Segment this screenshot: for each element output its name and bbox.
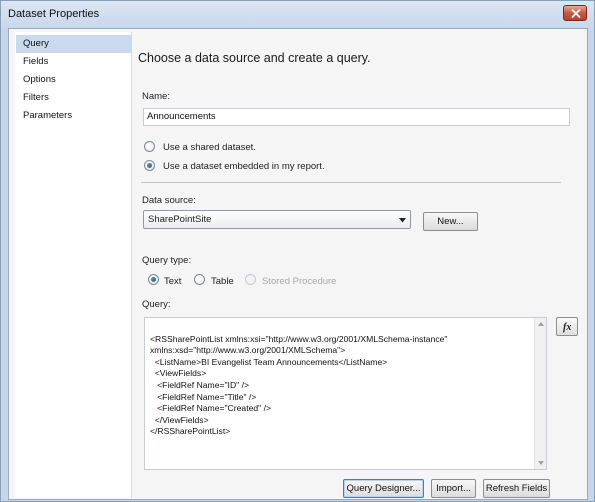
import-button[interactable]: Import...	[431, 479, 476, 498]
dialog-client-area: Query Fields Options Filters Parameters …	[8, 28, 588, 500]
nav-item-filters[interactable]: Filters	[16, 89, 132, 107]
refresh-fields-button[interactable]: Refresh Fields	[483, 479, 550, 498]
name-label: Name:	[142, 91, 170, 102]
title-bar[interactable]: Dataset Properties	[1, 1, 594, 27]
query-label: Query:	[142, 299, 171, 310]
query-textarea[interactable]: <RSSharePointList xmlns:xsi="http://www.…	[144, 317, 547, 470]
window-title: Dataset Properties	[8, 8, 100, 20]
fx-icon-text: fx	[563, 322, 571, 333]
datasource-dropdown[interactable]: SharePointSite	[143, 210, 411, 229]
datasource-label: Data source:	[142, 195, 196, 206]
query-line: <RSSharePointList xmlns:xsi="http://www.…	[150, 333, 448, 344]
radio-query-type-table[interactable]	[194, 274, 205, 285]
new-datasource-button[interactable]: New...	[423, 212, 478, 231]
query-line: <FieldRef Name="ID" />	[150, 379, 250, 390]
query-line: </RSSharePointList>	[150, 426, 231, 437]
close-button[interactable]	[563, 5, 587, 21]
query-line: xmlns:xsd="http://www.w3.org/2001/XMLSch…	[150, 345, 346, 356]
scroll-down-icon[interactable]	[538, 461, 544, 465]
close-icon	[571, 9, 581, 18]
nav-item-parameters[interactable]: Parameters	[16, 107, 132, 125]
query-line: <ViewFields>	[150, 368, 207, 379]
radio-query-type-text[interactable]	[148, 274, 159, 285]
dataset-properties-window: Dataset Properties Query Fields Options …	[0, 0, 595, 502]
radio-shared-dataset-label[interactable]: Use a shared dataset.	[163, 142, 256, 153]
section-divider	[141, 182, 561, 183]
scroll-up-icon[interactable]	[538, 322, 544, 326]
query-line: <FieldRef Name="Title" />	[150, 391, 257, 402]
chevron-down-icon	[399, 218, 406, 223]
nav-item-options[interactable]: Options	[16, 71, 132, 89]
query-line: <ListName>BI Evangelist Team Announcemen…	[150, 356, 388, 367]
fx-icon: fx	[563, 322, 571, 333]
query-line: </ViewFields>	[150, 414, 209, 425]
name-field[interactable]: Announcements	[143, 108, 570, 126]
radio-shared-dataset[interactable]	[144, 141, 155, 152]
radio-query-type-stored-procedure	[245, 274, 256, 285]
radio-embedded-dataset-label[interactable]: Use a dataset embedded in my report.	[163, 161, 325, 172]
page-heading: Choose a data source and create a query.	[138, 51, 371, 65]
left-nav: Query Fields Options Filters Parameters	[15, 32, 132, 498]
main-panel: Choose a data source and create a query.…	[133, 29, 587, 499]
datasource-value: SharePointSite	[148, 214, 212, 225]
radio-query-type-text-label[interactable]: Text	[164, 276, 181, 287]
expression-button[interactable]: fx	[556, 317, 578, 336]
query-line: <FieldRef Name="Created" />	[150, 403, 271, 414]
nav-item-fields[interactable]: Fields	[16, 53, 132, 71]
query-scrollbar[interactable]	[534, 318, 546, 469]
query-text: <RSSharePointList xmlns:xsi="http://www.…	[150, 322, 530, 461]
query-type-label: Query type:	[142, 255, 192, 266]
radio-query-type-stored-procedure-label: Stored Procedure	[262, 276, 337, 287]
nav-item-query[interactable]: Query	[16, 35, 132, 53]
radio-embedded-dataset[interactable]	[144, 160, 155, 171]
radio-query-type-table-label[interactable]: Table	[211, 276, 234, 287]
query-designer-button[interactable]: Query Designer...	[343, 479, 424, 498]
